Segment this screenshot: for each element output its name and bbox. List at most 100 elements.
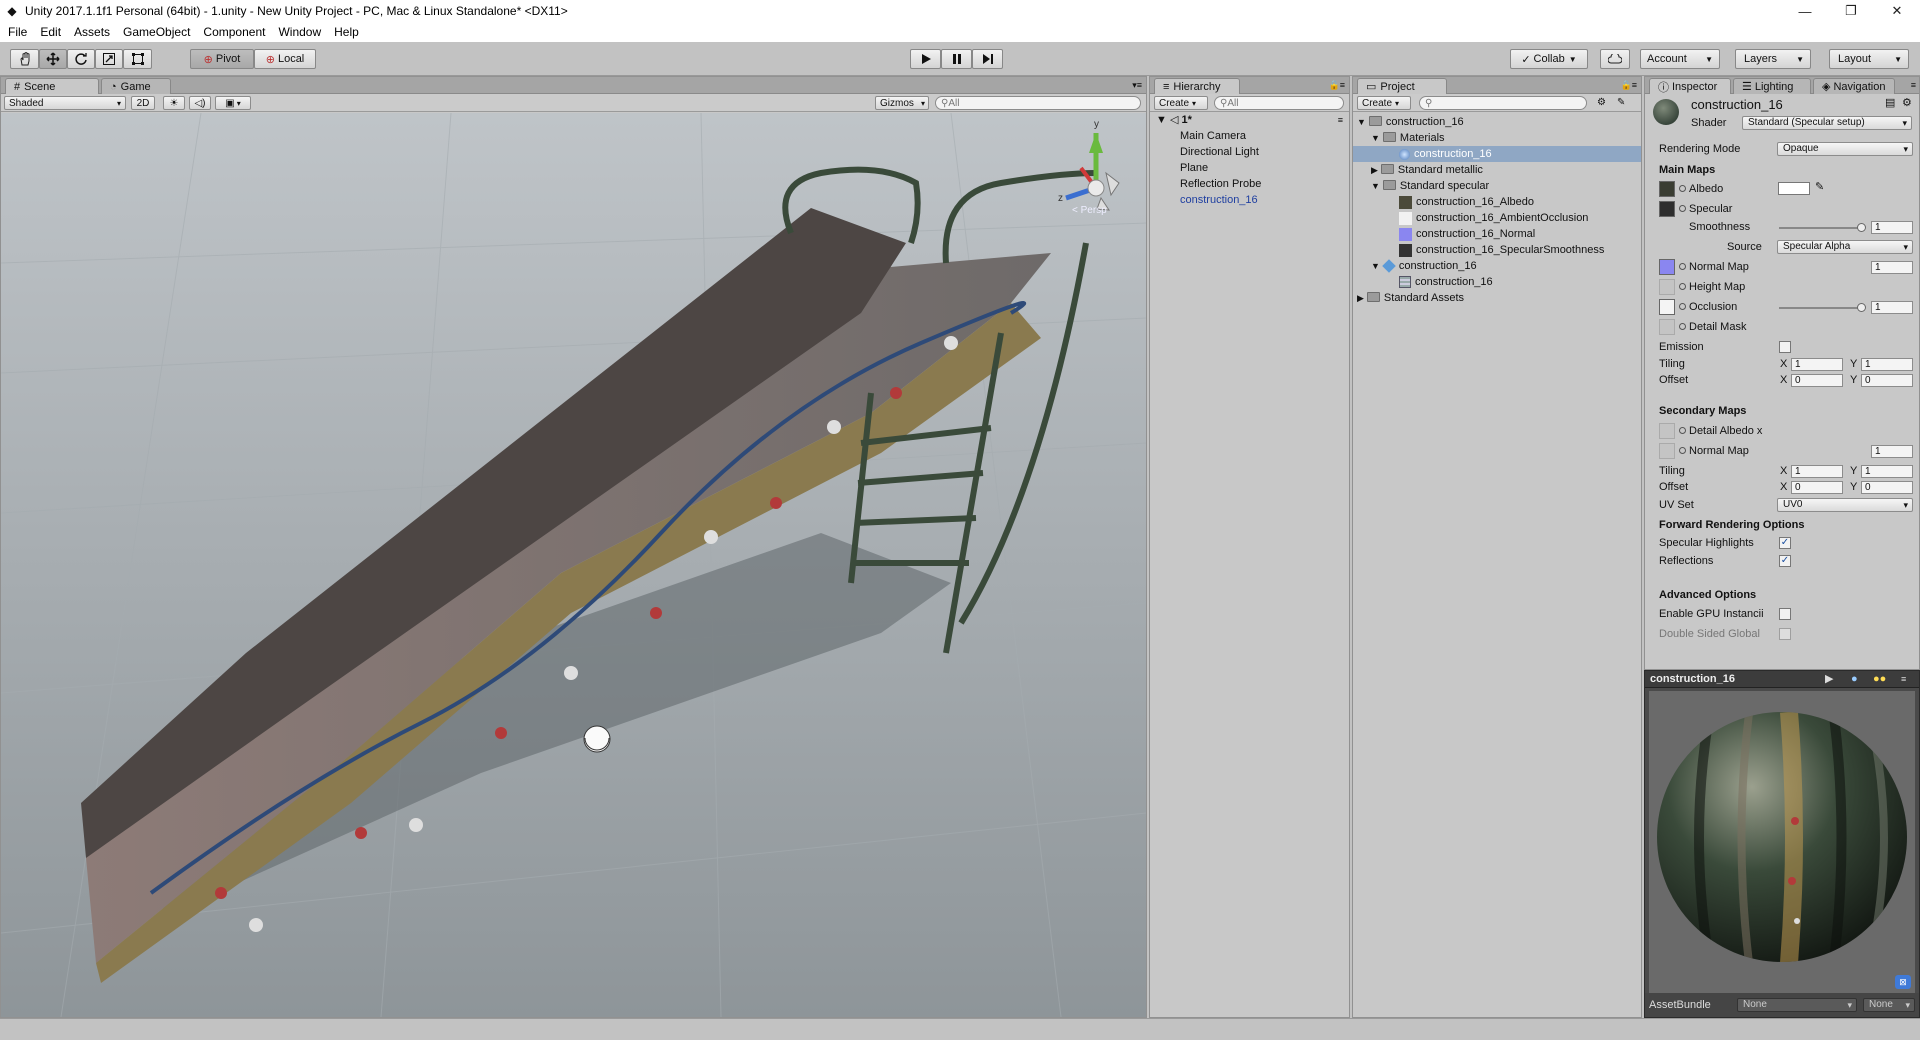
tiling-y-field[interactable]: 1 <box>1861 358 1913 371</box>
menu-assets[interactable]: Assets <box>74 25 110 39</box>
pivot-toggle[interactable]: ⊕ Pivot <box>190 49 254 69</box>
smoothness-field[interactable]: 1 <box>1871 221 1913 234</box>
rect-tool-button[interactable] <box>123 49 152 69</box>
occlusion-field[interactable]: 1 <box>1871 301 1913 314</box>
close-button[interactable]: ✕ <box>1874 0 1920 22</box>
hierarchy-search-input[interactable]: ⚲ All <box>1214 96 1344 110</box>
menu-window[interactable]: Window <box>278 25 321 39</box>
height-map-label[interactable]: Height Map <box>1679 281 1745 293</box>
project-tree-item[interactable]: construction_16_AmbientOcclusion <box>1399 210 1588 226</box>
light-toggle[interactable]: ☀ <box>163 96 185 110</box>
tab-navigation[interactable]: ◈ Navigation <box>1813 78 1895 94</box>
assetbundle-variant-dropdown[interactable]: None <box>1863 998 1915 1012</box>
secondary-normal-scale-field[interactable]: 1 <box>1871 445 1913 458</box>
gizmos-dropdown[interactable]: Gizmos ▾ <box>875 96 929 110</box>
move-tool-button[interactable] <box>39 49 67 69</box>
detail-albedo-texture-slot[interactable] <box>1659 423 1675 439</box>
emission-checkbox[interactable] <box>1779 341 1791 353</box>
tab-scene[interactable]: # Scene <box>5 78 99 94</box>
albedo-texture-slot[interactable] <box>1659 181 1675 197</box>
project-search-input[interactable]: ⚲ <box>1419 96 1587 110</box>
detail-albedo-label[interactable]: Detail Albedo x <box>1679 425 1762 437</box>
project-tree-item[interactable]: ▼ construction_16 <box>1371 258 1477 274</box>
reflections-checkbox[interactable]: ✓ <box>1779 555 1791 567</box>
project-tree-item[interactable]: construction_16_Normal <box>1399 226 1535 242</box>
tab-hierarchy[interactable]: ≡ Hierarchy <box>1154 78 1240 94</box>
menu-help[interactable]: Help <box>334 25 359 39</box>
help-book-icon[interactable]: ▤ <box>1885 95 1895 111</box>
layers-dropdown[interactable]: Layers ▼ <box>1735 49 1811 69</box>
detail-mask-label[interactable]: Detail Mask <box>1679 321 1746 333</box>
gear-icon[interactable]: ⚙ <box>1902 95 1912 111</box>
scene-search-input[interactable]: ⚲ All <box>935 96 1141 110</box>
lock-icon[interactable]: 🔒≡ <box>1329 77 1345 93</box>
specular-texture-slot[interactable] <box>1659 201 1675 217</box>
menu-component[interactable]: Component <box>203 25 265 39</box>
local-toggle[interactable]: ⊕ Local <box>254 49 316 69</box>
filter-label-icon[interactable]: ✎ <box>1617 95 1625 111</box>
detail-mask-texture-slot[interactable] <box>1659 319 1675 335</box>
account-dropdown[interactable]: Account ▼ <box>1640 49 1720 69</box>
tab-inspector[interactable]: ⓘ Inspector <box>1649 78 1731 94</box>
panel-menu-icon[interactable]: ≡ <box>1901 671 1906 687</box>
hierarchy-item-directional-light[interactable]: Directional Light <box>1180 144 1259 160</box>
secondary-normal-label[interactable]: Normal Map <box>1679 445 1749 457</box>
smoothness-slider-handle[interactable] <box>1857 223 1866 232</box>
scale-tool-button[interactable] <box>95 49 123 69</box>
offset-x-field[interactable]: 0 <box>1791 374 1843 387</box>
play-button[interactable] <box>910 49 941 69</box>
persp-label[interactable]: < Persp <box>1072 205 1107 216</box>
project-tree-item[interactable]: ▼ Standard specular <box>1371 178 1489 194</box>
panel-menu-icon[interactable]: ▾≡ <box>1132 77 1142 93</box>
occlusion-slider-track[interactable] <box>1779 307 1861 309</box>
albedo-label[interactable]: Albedo <box>1679 183 1723 195</box>
occlusion-label[interactable]: Occlusion <box>1679 301 1737 313</box>
project-tree-item[interactable]: ▼ construction_16 <box>1357 114 1464 130</box>
project-tree-item[interactable]: ▶ Standard Assets <box>1357 290 1464 306</box>
secondary-tiling-y-field[interactable]: 1 <box>1861 465 1913 478</box>
secondary-normal-texture-slot[interactable] <box>1659 443 1675 459</box>
rotate-tool-button[interactable] <box>67 49 95 69</box>
rendering-mode-dropdown[interactable]: Opaque <box>1777 142 1913 156</box>
tag-icon[interactable]: ⊠ <box>1895 975 1911 989</box>
scene-viewport[interactable]: y z < Persp <box>1 113 1146 1017</box>
project-tree-item[interactable]: ▼ Materials <box>1371 130 1445 146</box>
tab-project[interactable]: ▭ Project <box>1357 78 1447 94</box>
project-create-button[interactable]: Create ▾ <box>1357 96 1411 110</box>
scene-root-row[interactable]: ▼ ◁ 1* <box>1156 112 1192 128</box>
preview-shape-icon[interactable]: ● <box>1851 671 1858 687</box>
tab-game[interactable]: ◔ Game <box>101 78 171 94</box>
eyedropper-icon[interactable]: ✎ <box>1815 179 1824 195</box>
albedo-color-field[interactable] <box>1778 182 1810 195</box>
project-tree-item-selected[interactable]: construction_16 <box>1353 146 1641 162</box>
project-tree-item[interactable]: ▶ Standard metallic <box>1371 162 1483 178</box>
specular-highlights-checkbox[interactable]: ✓ <box>1779 537 1791 549</box>
project-tree-item[interactable]: construction_16_SpecularSmoothness <box>1399 242 1604 258</box>
audio-toggle[interactable]: ◁) <box>189 96 211 110</box>
step-button[interactable] <box>972 49 1003 69</box>
occlusion-texture-slot[interactable] <box>1659 299 1675 315</box>
panel-menu-icon[interactable]: ≡ <box>1911 77 1916 93</box>
shading-dropdown[interactable]: Shaded ▾ <box>4 96 126 110</box>
secondary-tiling-x-field[interactable]: 1 <box>1791 465 1843 478</box>
mode-2d-button[interactable]: 2D <box>131 96 155 110</box>
cloud-button[interactable] <box>1600 49 1630 69</box>
specular-label[interactable]: Specular <box>1679 203 1732 215</box>
secondary-offset-y-field[interactable]: 0 <box>1861 481 1913 494</box>
collab-dropdown[interactable]: ✓ Collab ▼ <box>1510 49 1588 69</box>
effects-dropdown[interactable]: ▣ ▾ <box>215 96 251 110</box>
menu-edit[interactable]: Edit <box>40 25 61 39</box>
occlusion-slider-handle[interactable] <box>1857 303 1866 312</box>
menu-file[interactable]: File <box>8 25 27 39</box>
hierarchy-item-main-camera[interactable]: Main Camera <box>1180 128 1246 144</box>
hierarchy-item-reflection-probe[interactable]: Reflection Probe <box>1180 176 1261 192</box>
shader-dropdown[interactable]: Standard (Specular setup) <box>1742 116 1912 130</box>
uv-set-dropdown[interactable]: UV0 <box>1777 498 1913 512</box>
reflection-probe-gizmo[interactable] <box>583 725 611 753</box>
preview-play-icon[interactable]: ▶ <box>1825 671 1833 687</box>
normal-map-scale-field[interactable]: 1 <box>1871 261 1913 274</box>
filter-type-icon[interactable]: ⚙ <box>1597 95 1606 111</box>
gpu-instancing-checkbox[interactable] <box>1779 608 1791 620</box>
material-preview-viewport[interactable]: ⊠ <box>1649 691 1915 993</box>
smoothness-slider-track[interactable] <box>1779 227 1861 229</box>
